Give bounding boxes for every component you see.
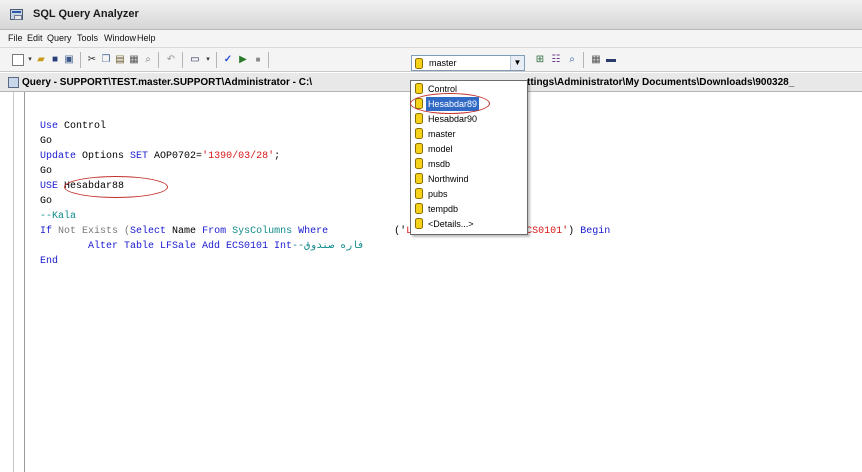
new-query-icon[interactable] [12,54,24,66]
dropdown-item-model[interactable]: model [413,142,525,156]
execute-query-icon[interactable]: ▶ [237,54,249,66]
parse-query-icon[interactable]: ✓ [222,54,234,66]
object-search-icon[interactable]: ⌕ [566,54,578,66]
menu-file[interactable]: File [8,33,23,43]
annotation-circle [410,93,490,114]
database-icon [415,128,423,139]
undo-icon[interactable]: ↶ [165,54,177,66]
menu-bar: File Edit Query Tools Window Help [0,30,862,48]
current-connection-properties-icon[interactable]: ▦ [590,54,602,66]
database-icon [415,188,423,199]
database-icon [415,83,423,94]
code-line: Go [40,136,53,147]
menu-window[interactable]: Window [104,33,136,43]
clear-window-icon[interactable]: ▦ [128,54,140,66]
menu-tools[interactable]: Tools [77,33,98,43]
results-mode-dropdown-icon[interactable]: ▾ [202,54,214,66]
dropdown-item-pubs[interactable]: pubs [413,187,525,201]
code-line: Go [40,166,53,177]
toolbar-separator [158,52,159,68]
toolbar-separator [216,52,217,68]
find-icon[interactable]: ⌕ [142,54,154,66]
database-dropdown-list[interactable]: Control Hesabdar89 Hesabdar90 master mod… [410,80,528,235]
dropdown-item-master[interactable]: master [413,127,525,141]
query-window-title-path: ttings\Administrator\My Documents\Downlo… [527,77,795,88]
menu-query[interactable]: Query [47,33,72,43]
open-icon[interactable]: ▰ [35,54,47,66]
toolbar-separator [268,52,269,68]
query-window-icon [8,77,19,88]
database-select[interactable]: master ▼ [411,55,525,71]
insert-template-icon[interactable]: ▣ [63,54,75,66]
menu-help[interactable]: Help [137,33,156,43]
app-title: SQL Query Analyzer [33,8,139,20]
toolbar-separator [182,52,183,68]
dropdown-item-hesabdar90[interactable]: Hesabdar90 [413,112,525,126]
code-line: Use Control [40,121,107,132]
code-line: Alter Table LFSale Add ECS0101 Int--فاره… [40,241,365,252]
database-icon [415,113,423,124]
dropdown-item-msdb[interactable]: msdb [413,157,525,171]
database-select-value: master [429,58,457,68]
app-icon [10,9,23,20]
database-icon [415,143,423,154]
results-mode-icon[interactable]: ▭ [189,54,201,66]
query-window-title: Query - SUPPORT\TEST.master.SUPPORT\Admi… [22,77,313,88]
database-icon [415,158,423,169]
toolbar-separator [80,52,81,68]
estimated-execution-plan-icon[interactable]: ⊞ [534,54,546,66]
database-icon [415,218,423,229]
save-icon[interactable]: ■ [49,54,61,66]
code-line: --Kala [40,211,77,222]
annotation-circle [64,176,168,198]
dropdown-item-tempdb[interactable]: tempdb [413,202,525,216]
code-line: Update Options SET AOP0702='1390/03/28'; [40,151,281,162]
object-browser-icon[interactable]: ☷ [550,54,562,66]
code-line: End [40,256,59,267]
dropdown-item-northwind[interactable]: Northwind [413,172,525,186]
paste-icon[interactable]: ▤ [114,54,126,66]
copy-icon[interactable]: ❐ [100,54,112,66]
menu-edit[interactable]: Edit [27,33,43,43]
database-icon [415,173,423,184]
cut-icon[interactable]: ✂ [86,54,98,66]
database-icon [415,203,423,214]
editor-gutter [0,92,25,472]
code-line: Go [40,196,53,207]
database-icon [415,58,423,69]
toolbar-separator [583,52,584,68]
title-bar: SQL Query Analyzer [0,0,862,30]
chevron-down-icon[interactable]: ▼ [510,56,524,70]
dropdown-item-details[interactable]: <Details...> [413,217,525,231]
show-results-pane-icon[interactable]: ▬ [605,54,617,66]
cancel-query-icon[interactable]: ■ [252,54,264,66]
